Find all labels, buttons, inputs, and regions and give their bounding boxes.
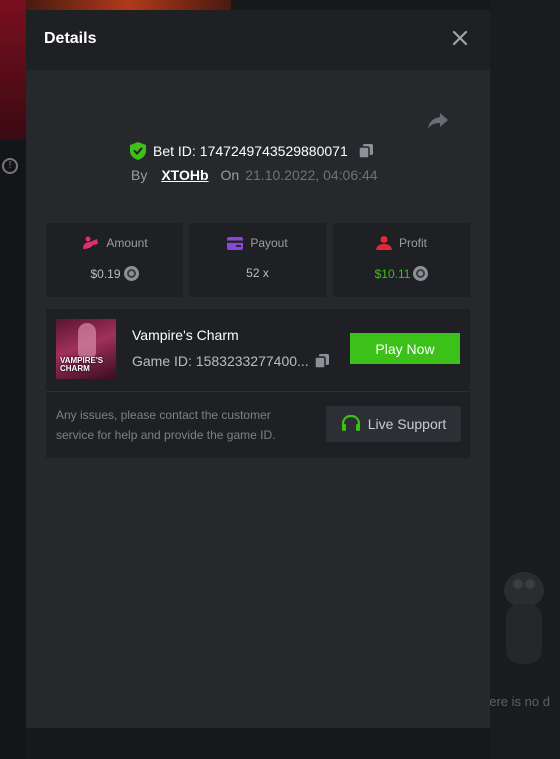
coin-icon <box>123 266 139 281</box>
game-card: VAMPIRE'S CHARM Vampire's Charm Game ID:… <box>46 309 470 458</box>
divider <box>46 391 470 392</box>
stat-amount-label: Amount <box>106 236 148 250</box>
bet-details-modal: Details Bet ID: 1747249743529880071 By X… <box>26 10 490 728</box>
stat-profit-header: Profit <box>333 236 470 250</box>
background-game-banner <box>0 0 26 140</box>
close-icon[interactable] <box>450 28 470 48</box>
stat-payout-value: 52 x <box>246 266 269 280</box>
copy-game-id-icon[interactable] <box>313 353 330 369</box>
amount-icon <box>83 236 99 249</box>
stat-amount: Amount $0.19 <box>46 223 183 297</box>
stat-amount-value: $0.19 <box>90 266 121 281</box>
stat-profit-label: Profit <box>398 236 427 250</box>
user-link[interactable]: XTOHb <box>161 167 208 183</box>
bet-id-label: Bet ID: <box>153 143 196 159</box>
on-label: On <box>220 167 240 183</box>
play-now-button[interactable]: Play Now <box>350 333 460 364</box>
share-icon[interactable] <box>426 108 450 132</box>
game-id-row: Game ID: 1583233277400... <box>132 353 330 369</box>
stat-amount-value-row: $0.19 <box>46 266 183 281</box>
modal-title: Details <box>44 30 97 47</box>
live-support-label: Live Support <box>367 416 447 432</box>
profit-icon <box>375 236 392 250</box>
verified-shield-icon <box>130 142 146 160</box>
support-info-text: Any issues, please contact the customer … <box>56 408 276 442</box>
copy-bet-id-icon[interactable] <box>357 143 374 159</box>
stat-payout: Payout 52 x <box>189 223 326 297</box>
stat-payout-value-row: 52 x <box>189 266 326 280</box>
game-name: Vampire's Charm <box>132 327 239 343</box>
stat-payout-header: Payout <box>189 236 326 250</box>
stat-profit-value-row: $10.11 <box>333 266 470 281</box>
stat-payout-label: Payout <box>250 236 288 250</box>
stat-profit: Profit $10.11 <box>333 223 470 297</box>
payout-card-icon <box>227 236 244 250</box>
warning-icon: ! <box>2 158 18 174</box>
game-thumbnail-title: VAMPIRE'S CHARM <box>60 356 104 373</box>
mascot-illustration <box>504 572 544 664</box>
background-top-thumbnail <box>26 0 231 10</box>
bet-id-row: Bet ID: 1747249743529880071 <box>130 140 374 162</box>
live-support-button[interactable]: Live Support <box>326 406 461 442</box>
bet-datetime: 21.10.2022, 04:06:44 <box>245 167 378 183</box>
game-thumbnail-figure <box>78 323 96 357</box>
game-thumbnail[interactable]: VAMPIRE'S CHARM <box>56 319 116 379</box>
stat-amount-header: Amount <box>46 236 183 250</box>
bet-id-value: 1747249743529880071 <box>199 143 348 159</box>
stat-profit-value: $10.11 <box>374 266 411 281</box>
bet-meta-row: By XTOHb On 21.10.2022, 04:06:44 <box>131 167 378 183</box>
background-empty-message: here is no d <box>482 694 550 709</box>
modal-header: Details <box>26 10 490 70</box>
headset-icon <box>341 415 360 431</box>
coin-icon <box>413 266 429 281</box>
game-id: Game ID: 1583233277400... <box>132 353 309 369</box>
by-label: By <box>131 167 148 183</box>
